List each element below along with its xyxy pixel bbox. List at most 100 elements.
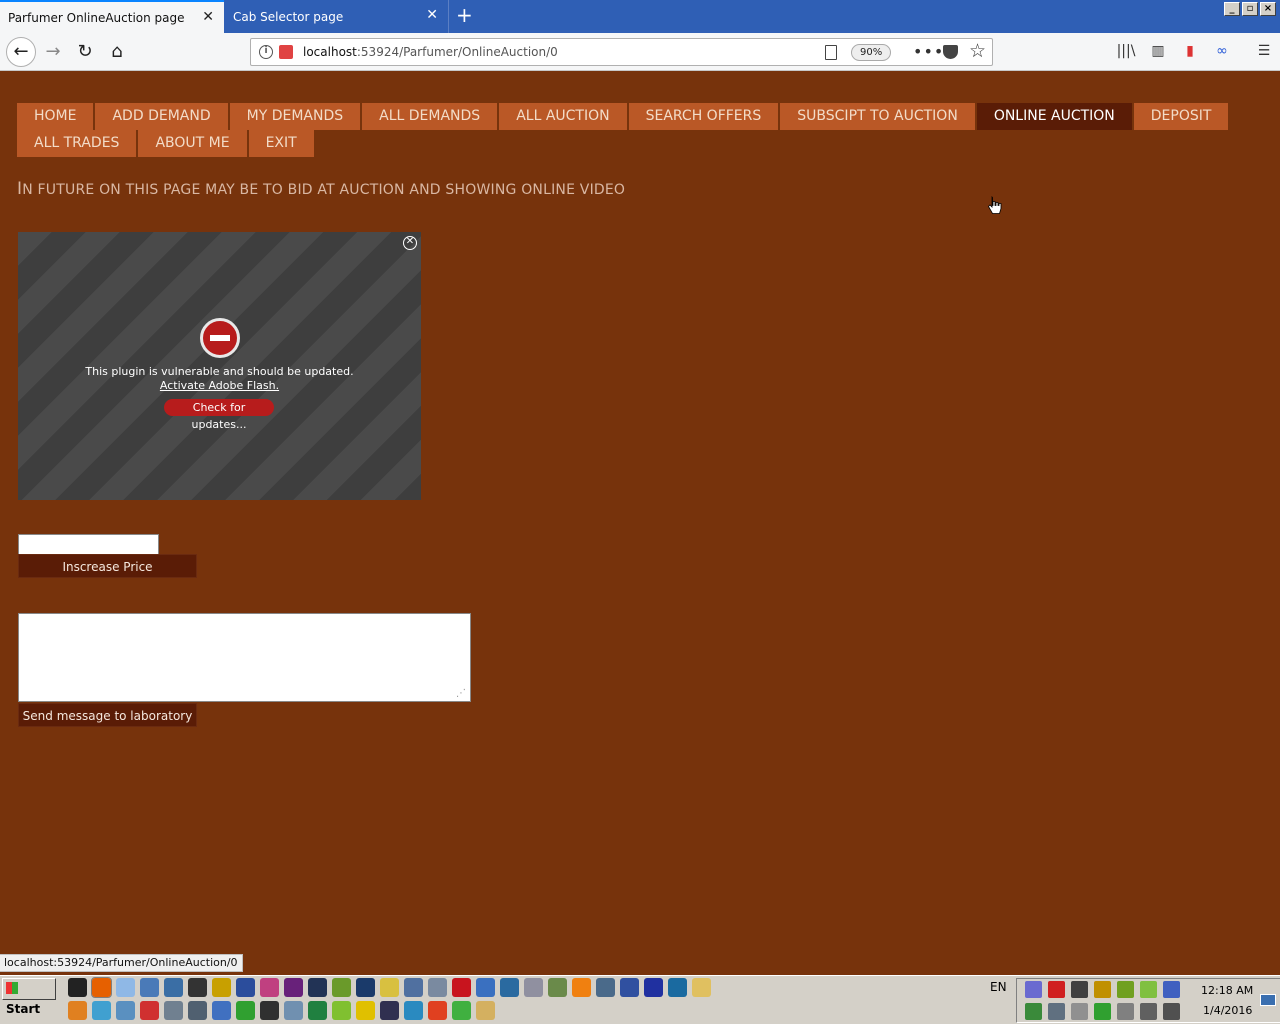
taskbar-app-icon[interactable]	[452, 978, 471, 997]
url-text[interactable]: localhost:53924/Parfumer/OnlineAuction/0	[303, 45, 558, 59]
taskbar-app-icon[interactable]	[68, 978, 87, 997]
message-textarea[interactable]	[18, 613, 471, 702]
tray-icon[interactable]	[1140, 1003, 1157, 1020]
quick-launch-icon[interactable]	[404, 1001, 423, 1020]
taskbar-app-icon[interactable]	[380, 978, 399, 997]
activate-flash-link[interactable]: Activate Adobe Flash.	[18, 379, 421, 392]
tray-icon[interactable]	[1048, 1003, 1065, 1020]
quick-launch-icon[interactable]	[332, 1001, 351, 1020]
tray-icon[interactable]	[1163, 981, 1180, 998]
taskbar-app-icon[interactable]	[260, 978, 279, 997]
close-plugin-icon[interactable]: ✕	[403, 236, 417, 250]
taskbar-app-icon[interactable]	[668, 978, 687, 997]
quick-launch-icon[interactable]	[140, 1001, 159, 1020]
taskbar-app-icon[interactable]	[620, 978, 639, 997]
tab-online-auction[interactable]: Parfumer OnlineAuction page ✕	[0, 0, 224, 33]
tray-icon[interactable]	[1163, 1003, 1180, 1020]
quick-launch-icon[interactable]	[116, 1001, 135, 1020]
extension-red-icon[interactable]: ▮	[1180, 41, 1200, 61]
library-icon[interactable]: |||\	[1116, 41, 1136, 61]
quick-launch-icon[interactable]	[188, 1001, 207, 1020]
quick-launch-icon[interactable]	[476, 1001, 495, 1020]
taskbar-app-icon[interactable]	[572, 978, 591, 997]
tray-icon[interactable]	[1071, 1003, 1088, 1020]
quick-launch-icon[interactable]	[380, 1001, 399, 1020]
increase-price-button[interactable]: Inscrease Price	[18, 554, 197, 578]
quick-launch-icon[interactable]	[452, 1001, 471, 1020]
resize-grip-icon[interactable]: ⋰	[456, 688, 468, 700]
show-desktop-icon[interactable]	[1260, 994, 1276, 1006]
quick-launch-icon[interactable]	[356, 1001, 375, 1020]
close-tab-icon[interactable]: ✕	[426, 8, 438, 22]
taskbar-app-icon[interactable]	[692, 978, 711, 997]
menu-item-search-offers[interactable]: SEARCH OFFERS	[628, 103, 779, 130]
tray-icon[interactable]	[1025, 1003, 1042, 1020]
minimize-button[interactable]: _	[1224, 2, 1240, 16]
taskbar-app-icon[interactable]	[596, 978, 615, 997]
menu-item-home[interactable]: HOME	[17, 103, 94, 130]
taskbar-app-icon[interactable]	[548, 978, 567, 997]
new-tab-icon[interactable]: +	[456, 5, 473, 25]
taskbar-app-icon[interactable]	[428, 978, 447, 997]
home-icon[interactable]: ⌂	[105, 41, 129, 63]
quick-launch-icon[interactable]	[308, 1001, 327, 1020]
menu-item-exit[interactable]: EXIT	[248, 130, 314, 157]
insecure-icon[interactable]	[279, 45, 293, 59]
taskbar-app-icon[interactable]	[140, 978, 159, 997]
tray-icon[interactable]	[1140, 981, 1157, 998]
quick-launch-icon[interactable]	[260, 1001, 279, 1020]
price-input[interactable]	[18, 534, 159, 555]
taskbar-app-icon[interactable]	[524, 978, 543, 997]
quick-launch-icon[interactable]	[164, 1001, 183, 1020]
send-message-button[interactable]: Send message to laboratory	[18, 703, 197, 727]
menu-item-all-demands[interactable]: ALL DEMANDS	[362, 103, 498, 130]
taskbar-app-icon[interactable]	[188, 978, 207, 997]
zoom-level-badge[interactable]: 90%	[851, 44, 892, 61]
close-window-button[interactable]: ×	[1260, 2, 1276, 16]
pocket-icon[interactable]	[943, 45, 958, 59]
taskbar-app-icon[interactable]	[236, 978, 255, 997]
check-updates-button[interactable]: Check for updates...	[164, 399, 274, 431]
taskbar-app-icon[interactable]	[164, 978, 183, 997]
taskbar-app-icon[interactable]	[212, 978, 231, 997]
clock-time[interactable]: 12:18 AM	[1201, 984, 1253, 997]
reader-view-icon[interactable]	[825, 45, 837, 60]
site-info-icon[interactable]: i	[259, 45, 273, 59]
taskbar-app-icon[interactable]	[404, 978, 423, 997]
maximize-button[interactable]: ▫	[1242, 2, 1258, 16]
quick-launch-icon[interactable]	[428, 1001, 447, 1020]
tab-cab-selector[interactable]: Cab Selector page ✕	[225, 0, 449, 33]
taskbar-app-icon[interactable]	[332, 978, 351, 997]
tray-icon[interactable]	[1094, 981, 1111, 998]
menu-item-online-auction[interactable]: ONLINE AUCTION	[976, 103, 1132, 130]
taskbar-app-icon[interactable]	[500, 978, 519, 997]
menu-item-deposit[interactable]: DEPOSIT	[1133, 103, 1229, 130]
clock-date[interactable]: 1/4/2016	[1203, 1004, 1252, 1017]
quick-launch-icon[interactable]	[284, 1001, 303, 1020]
close-tab-icon[interactable]: ✕	[202, 10, 214, 24]
taskbar-app-icon[interactable]	[644, 978, 663, 997]
taskbar-app-icon[interactable]	[116, 978, 135, 997]
url-bar[interactable]: i localhost:53924/Parfumer/OnlineAuction…	[250, 38, 993, 66]
back-arrow-icon[interactable]: ←	[6, 37, 36, 67]
menu-item-all-trades[interactable]: ALL TRADES	[17, 130, 137, 157]
menu-item-subscript-to-auction[interactable]: SUBSCIPT TO AUCTION	[780, 103, 975, 130]
tray-icon[interactable]	[1025, 981, 1042, 998]
menu-item-all-auction[interactable]: ALL AUCTION	[499, 103, 627, 130]
taskbar-app-icon[interactable]	[308, 978, 327, 997]
language-indicator[interactable]: EN	[990, 980, 1007, 994]
tray-icon[interactable]	[1071, 981, 1088, 998]
taskbar-app-icon[interactable]	[91, 977, 112, 998]
menu-item-about-me[interactable]: ABOUT ME	[138, 130, 247, 157]
sidebar-icon[interactable]: ▥	[1148, 41, 1168, 61]
page-actions-icon[interactable]: •••	[913, 42, 944, 61]
menu-item-add-demand[interactable]: ADD DEMAND	[95, 103, 228, 130]
quick-launch-icon[interactable]	[68, 1001, 87, 1020]
taskbar-app-icon[interactable]	[356, 978, 375, 997]
tray-icon[interactable]	[1094, 1003, 1111, 1020]
menu-item-my-demands[interactable]: MY DEMANDS	[229, 103, 361, 130]
forward-arrow-icon[interactable]: →	[41, 41, 65, 63]
quick-launch-icon[interactable]	[212, 1001, 231, 1020]
bookmark-star-icon[interactable]: ☆	[969, 40, 986, 62]
tray-icon[interactable]	[1117, 981, 1134, 998]
